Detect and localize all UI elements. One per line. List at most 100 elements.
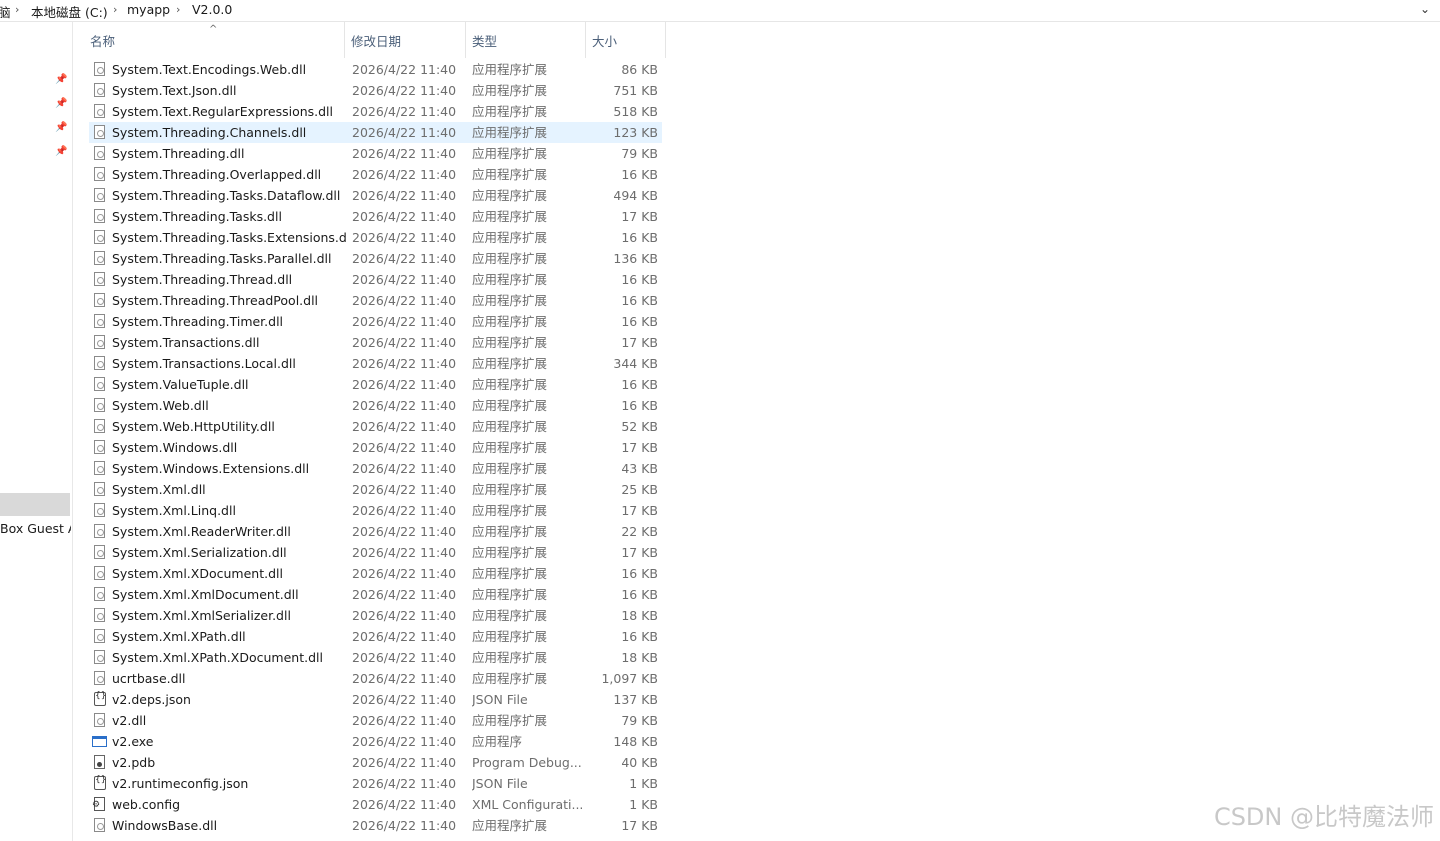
file-name: web.config [112,797,181,812]
breadcrumb-item[interactable]: 脑 [0,2,11,21]
file-row[interactable]: System.Windows.Extensions.dll 2026/4/22 1… [89,458,662,479]
file-row[interactable]: System.Threading.Tasks.dll 2026/4/22 11:4… [89,206,662,227]
breadcrumb-item-version[interactable]: V2.0.0 [192,2,232,17]
file-row[interactable]: System.Threading.Tasks.Dataflow.dll 2026/… [89,185,662,206]
address-bar[interactable]: 脑 › 本地磁盘 (C:) › myapp › V2.0.0 ⌄ [0,0,1440,22]
file-modified-date: 2026/4/22 11:40 [352,188,457,203]
pin-icon[interactable]: 📌 [55,122,67,133]
file-row[interactable]: System.Xml.XmlDocument.dll 2026/4/22 11:4… [89,584,662,605]
file-row[interactable]: System.Threading.ThreadPool.dll 2026/4/22… [89,290,662,311]
file-size: 16 KB [621,566,658,581]
file-row[interactable]: WindowsBase.dll 2026/4/22 11:40 应用程序扩展 17 K… [89,815,662,836]
file-size: 137 KB [613,692,658,707]
dll-file-icon [94,104,105,118]
nav-item-guest[interactable]: Box Guest A [0,521,71,536]
file-size: 16 KB [621,629,658,644]
watermark: CSDN @比特魔法师 [1213,803,1434,831]
file-modified-date: 2026/4/22 11:40 [352,461,457,476]
file-type: 应用程序扩展 [472,818,548,833]
file-row[interactable]: System.Threading.Channels.dll 2026/4/22 1… [89,122,662,143]
file-row[interactable]: System.Threading.Overlapped.dll 2026/4/22… [89,164,662,185]
file-name: v2.dll [112,713,147,728]
file-row[interactable]: v2.dll 2026/4/22 11:40 应用程序扩展 79 KB [89,710,662,731]
breadcrumb-separator-icon: › [15,3,20,16]
file-row[interactable]: System.Windows.dll 2026/4/22 11:40 应用程序扩展 1… [89,437,662,458]
file-name: ucrtbase.dll [112,671,186,686]
file-row[interactable]: System.Threading.dll 2026/4/22 11:40 应用程序扩… [89,143,662,164]
file-type: 应用程序扩展 [472,650,548,665]
file-row[interactable]: System.Xml.Serialization.dll 2026/4/22 11… [89,542,662,563]
column-header-name-label: 名称 [90,34,116,49]
file-row[interactable]: v2.exe 2026/4/22 11:40 应用程序 148 KB [89,731,662,752]
file-row[interactable]: System.Xml.XmlSerializer.dll 2026/4/22 11… [89,605,662,626]
file-row[interactable]: System.Web.dll 2026/4/22 11:40 应用程序扩展 16 KB [89,395,662,416]
nav-item-selected[interactable] [0,493,70,516]
file-row[interactable]: System.Text.RegularExpressions.dll 2026/4… [89,101,662,122]
pin-icon[interactable]: 📌 [55,98,67,109]
pane-divider[interactable] [72,22,73,841]
file-row[interactable]: System.ValueTuple.dll 2026/4/22 11:40 应用程序… [89,374,662,395]
file-name: System.Threading.Channels.dll [112,125,307,140]
file-modified-date: 2026/4/22 11:40 [352,83,457,98]
file-row[interactable]: System.Xml.XPath.XDocument.dll 2026/4/22 … [89,647,662,668]
file-row[interactable]: System.Threading.Tasks.Extensions.dll 202… [89,227,662,248]
file-size: 17 KB [621,209,658,224]
file-row[interactable]: System.Threading.Timer.dll 2026/4/22 11:4… [89,311,662,332]
file-row[interactable]: System.Text.Encodings.Web.dll 2026/4/22 1… [89,59,662,80]
file-row[interactable]: System.Threading.Thread.dll 2026/4/22 11:… [89,269,662,290]
file-row[interactable]: System.Text.Json.dll 2026/4/22 11:40 应用程序扩… [89,80,662,101]
file-row[interactable]: ucrtbase.dll 2026/4/22 11:40 应用程序扩展 1,097 K… [89,668,662,689]
file-modified-date: 2026/4/22 11:40 [352,734,457,749]
file-row[interactable]: System.Xml.dll 2026/4/22 11:40 应用程序扩展 25 KB [89,479,662,500]
file-type: 应用程序扩展 [472,188,548,203]
dll-file-icon [94,83,105,97]
file-size: 1 KB [629,776,658,791]
column-header-date[interactable]: 修改日期 [345,22,466,58]
file-name: System.Windows.Extensions.dll [112,461,310,476]
file-row[interactable]: System.Threading.Tasks.Parallel.dll 2026/… [89,248,662,269]
file-size: 16 KB [621,293,658,308]
file-size: 18 KB [621,608,658,623]
file-row[interactable]: System.Xml.ReaderWriter.dll 2026/4/22 11:… [89,521,662,542]
file-row[interactable]: System.Web.HttpUtility.dll 2026/4/22 11:4… [89,416,662,437]
file-row[interactable]: System.Xml.XDocument.dll 2026/4/22 11:40 应… [89,563,662,584]
file-modified-date: 2026/4/22 11:40 [352,104,457,119]
file-size: 16 KB [621,272,658,287]
column-header-size[interactable]: 大小 [586,22,666,58]
file-modified-date: 2026/4/22 11:40 [352,755,457,770]
file-type: 应用程序扩展 [472,146,548,161]
file-modified-date: 2026/4/22 11:40 [352,272,457,287]
file-row[interactable]: v2.pdb 2026/4/22 11:40 Program Debug... 40 … [89,752,662,773]
file-size: 17 KB [621,335,658,350]
pin-icon[interactable]: 📌 [55,74,67,85]
file-row[interactable]: System.Xml.Linq.dll 2026/4/22 11:40 应用程序扩展… [89,500,662,521]
file-size: 17 KB [621,818,658,833]
file-modified-date: 2026/4/22 11:40 [352,377,457,392]
file-row[interactable]: v2.deps.json 2026/4/22 11:40 JSON File 137 … [89,689,662,710]
file-row[interactable]: System.Xml.XPath.dll 2026/4/22 11:40 应用程序扩… [89,626,662,647]
file-row[interactable]: System.Transactions.dll 2026/4/22 11:40 应用… [89,332,662,353]
file-row[interactable]: web.config 2026/4/22 11:40 XML Configurati… [89,794,662,815]
dll-file-icon [94,209,105,223]
file-type: JSON File [472,692,528,707]
file-name: System.Transactions.dll [112,335,260,350]
file-name: System.Transactions.Local.dll [112,356,296,371]
breadcrumb-item-myapp[interactable]: myapp [127,2,170,17]
pin-icon[interactable]: 📌 [55,146,67,157]
file-type: 应用程序扩展 [472,335,548,350]
dll-file-icon [94,566,105,580]
column-header-type[interactable]: 类型 [466,22,586,58]
file-modified-date: 2026/4/22 11:40 [352,440,457,455]
file-modified-date: 2026/4/22 11:40 [352,356,457,371]
file-name: System.Threading.Tasks.dll [112,209,282,224]
file-modified-date: 2026/4/22 11:40 [352,125,457,140]
file-row[interactable]: v2.runtimeconfig.json 2026/4/22 11:40 JSON… [89,773,662,794]
chevron-down-icon[interactable]: ⌄ [1420,2,1430,16]
file-name: WindowsBase.dll [112,818,218,833]
file-row[interactable]: System.Transactions.Local.dll 2026/4/22 1… [89,353,662,374]
dll-file-icon [94,713,105,727]
column-header: 名称 ^ 修改日期 类型 大小 [74,22,666,58]
file-modified-date: 2026/4/22 11:40 [352,209,457,224]
file-type: 应用程序扩展 [472,83,548,98]
breadcrumb-item-drive[interactable]: 本地磁盘 (C:) [31,2,108,21]
